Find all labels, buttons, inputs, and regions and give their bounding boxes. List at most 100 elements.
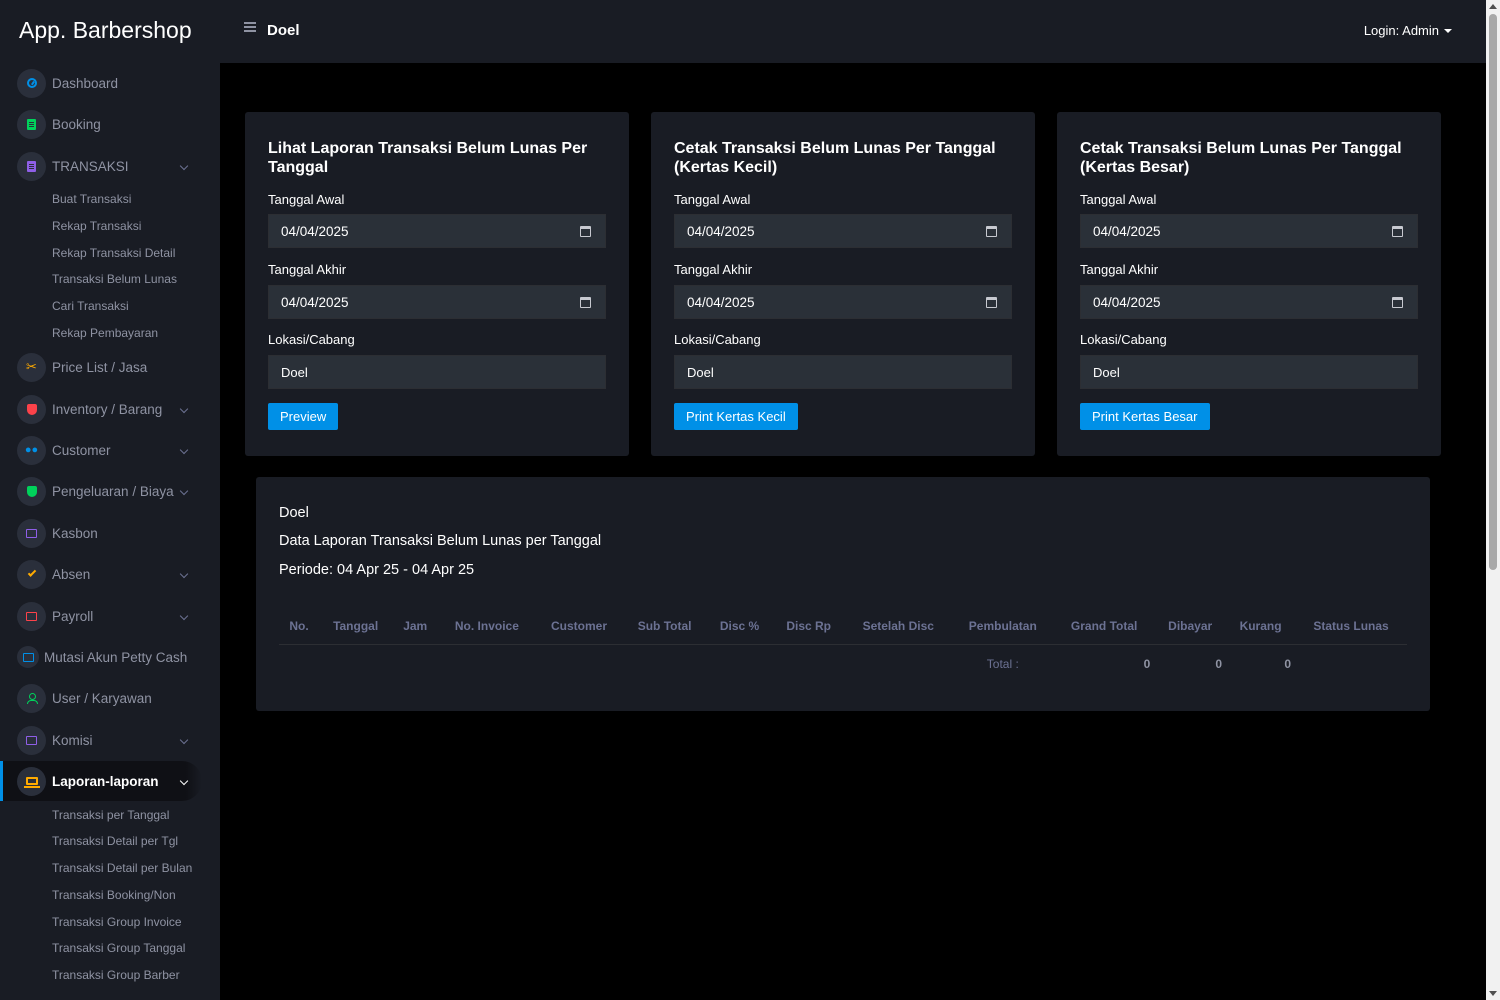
column-header: Kurang [1226, 608, 1296, 645]
end-date-input[interactable]: 04/04/2025 [674, 285, 1012, 319]
calendar-icon[interactable] [986, 226, 997, 237]
submenu-transaksi-group-invoice[interactable]: Transaksi Group Invoice [52, 915, 182, 929]
location-select[interactable]: Doel [1080, 355, 1418, 389]
sidebar-item-booking[interactable]: Booking [0, 104, 220, 144]
scroll-down-icon[interactable] [1489, 991, 1497, 996]
sidebar-item-label: Kasbon [52, 525, 98, 541]
app-brand[interactable]: App. Barbershop [19, 17, 192, 44]
location-label: Lokasi/Cabang [268, 332, 355, 347]
calendar-icon[interactable] [580, 226, 591, 237]
sidebar-item-transaksi[interactable]: TRANSAKSI [0, 146, 220, 186]
scrollbar-thumb[interactable] [1489, 14, 1497, 570]
submenu-transaksi-group-barber[interactable]: Transaksi Group Barber [52, 968, 180, 982]
start-date-input[interactable]: 04/04/2025 [268, 214, 606, 248]
cash-icon [17, 646, 39, 668]
submenu-transaksi-per-tanggal[interactable]: Transaksi per Tanggal [52, 808, 169, 822]
start-date-label: Tanggal Awal [674, 192, 751, 207]
end-date-value: 04/04/2025 [1093, 294, 1161, 310]
cash-icon [17, 601, 46, 631]
sidebar-item-absen[interactable]: Absen [0, 554, 220, 594]
location-select[interactable]: Doel [674, 355, 1012, 389]
sidebar-item-label: Komisi [52, 732, 93, 748]
print-large-button[interactable]: Print Kertas Besar [1080, 403, 1210, 430]
location-value: Doel [281, 364, 308, 380]
chevron-down-icon [179, 611, 189, 621]
sidebar: Dashboard Booking TRANSAKSI Buat Transak… [0, 63, 220, 1000]
submenu-rekap-pembayaran[interactable]: Rekap Pembayaran [52, 326, 158, 340]
submenu-cari-transaksi[interactable]: Cari Transaksi [52, 299, 129, 313]
report-title: Data Laporan Transaksi Belum Lunas per T… [279, 533, 602, 549]
chevron-down-icon [179, 569, 189, 579]
preview-button[interactable]: Preview [268, 403, 339, 430]
sidebar-item-label: Price List / Jasa [52, 359, 148, 375]
sidebar-item-label: Mutasi Akun Petty Cash [44, 649, 188, 665]
start-date-value: 04/04/2025 [281, 223, 349, 239]
report-location: Doel [279, 505, 309, 521]
sidebar-item-mutasi-akun[interactable]: Mutasi Akun Petty Cash [0, 637, 220, 677]
sidebar-item-laporan[interactable]: Laporan-laporan [0, 761, 202, 801]
submenu-transaksi-group-tanggal[interactable]: Transaksi Group Tanggal [52, 941, 185, 955]
submenu-rekap-transaksi[interactable]: Rekap Transaksi [52, 219, 141, 233]
calendar-icon[interactable] [1392, 297, 1403, 308]
column-header: Status Lunas [1295, 608, 1407, 645]
sidebar-item-pengeluaran[interactable]: Pengeluaran / Biaya [0, 471, 220, 511]
sidebar-item-kasbon[interactable]: Kasbon [0, 513, 220, 553]
end-date-input[interactable]: 04/04/2025 [268, 285, 606, 319]
location-select[interactable]: Doel [268, 355, 606, 389]
submenu-transaksi-detail-per-bulan[interactable]: Transaksi Detail per Bulan [52, 861, 192, 875]
end-date-value: 04/04/2025 [281, 294, 349, 310]
document-icon [17, 109, 46, 139]
sidebar-item-komisi[interactable]: Komisi [0, 720, 220, 760]
column-header: Grand Total [1053, 608, 1155, 645]
sidebar-item-label: Booking [52, 116, 101, 132]
scissors-icon: ✂ [17, 352, 46, 382]
sidebar-item-payroll[interactable]: Payroll [0, 596, 220, 636]
start-date-value: 04/04/2025 [1093, 223, 1161, 239]
column-header: Tanggal [319, 608, 393, 645]
card-title: Lihat Laporan Transaksi Belum Lunas Per … [268, 140, 588, 176]
print-small-button[interactable]: Print Kertas Kecil [674, 403, 798, 430]
location-label: Lokasi/Cabang [1080, 332, 1167, 347]
user-icon [17, 683, 46, 713]
submenu-transaksi-belum-lunas[interactable]: Transaksi Belum Lunas [52, 272, 177, 286]
shield-icon [17, 394, 46, 424]
total-grand-total: 0 [1143, 657, 1151, 672]
page-scrollbar[interactable] [1486, 0, 1500, 1000]
end-date-input[interactable]: 04/04/2025 [1080, 285, 1418, 319]
calendar-icon[interactable] [580, 297, 591, 308]
start-date-input[interactable]: 04/04/2025 [674, 214, 1012, 248]
sidebar-item-customer[interactable]: ●● Customer [0, 430, 220, 470]
shield-icon [17, 476, 46, 506]
submenu-buat-transaksi[interactable]: Buat Transaksi [52, 192, 131, 206]
calendar-icon[interactable] [986, 297, 997, 308]
start-date-label: Tanggal Awal [1080, 192, 1157, 207]
sidebar-item-label: Inventory / Barang [52, 401, 163, 417]
sidebar-item-dashboard[interactable]: Dashboard [0, 63, 220, 103]
column-header: Customer [535, 608, 623, 645]
column-header: Dibayar [1154, 608, 1227, 645]
submenu-transaksi-booking-non[interactable]: Transaksi Booking/Non [52, 888, 176, 902]
login-dropdown[interactable]: Login: Admin [1364, 23, 1452, 38]
sidebar-item-label: Customer [52, 442, 111, 458]
column-header: Pembulatan [951, 608, 1054, 645]
end-date-value: 04/04/2025 [687, 294, 755, 310]
end-date-label: Tanggal Akhir [268, 262, 347, 277]
start-date-input[interactable]: 04/04/2025 [1080, 214, 1418, 248]
calendar-icon[interactable] [1392, 226, 1403, 237]
sidebar-item-inventory[interactable]: Inventory / Barang [0, 389, 220, 429]
sidebar-item-user[interactable]: User / Karyawan [0, 678, 220, 718]
sidebar-item-price-list[interactable]: ✂ Price List / Jasa [0, 347, 220, 387]
column-header: Sub Total [622, 608, 707, 645]
location-value: Doel [1093, 364, 1120, 380]
submenu-rekap-transaksi-detail[interactable]: Rekap Transaksi Detail [52, 246, 175, 260]
sidebar-item-label: TRANSAKSI [52, 158, 129, 174]
menu-toggle-icon[interactable] [244, 22, 256, 34]
column-header: No. Invoice [438, 608, 536, 645]
column-header: Setelah Disc [844, 608, 952, 645]
document-icon [17, 151, 46, 181]
column-header: Disc Rp [772, 608, 845, 645]
scroll-up-icon[interactable] [1489, 4, 1497, 9]
end-date-label: Tanggal Akhir [674, 262, 753, 277]
report-period: Periode: 04 Apr 25 - 04 Apr 25 [279, 562, 475, 578]
submenu-transaksi-detail-per-tgl[interactable]: Transaksi Detail per Tgl [52, 834, 178, 848]
